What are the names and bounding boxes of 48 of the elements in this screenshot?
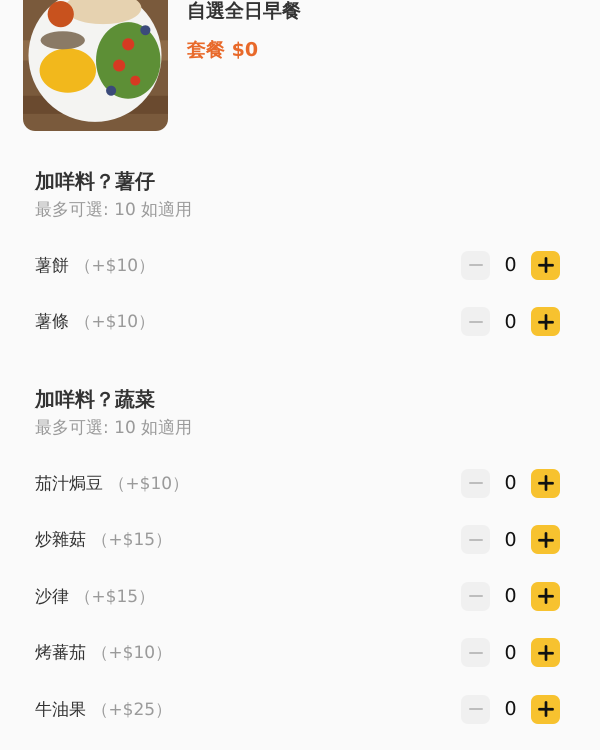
quantity-value: 0 (503, 472, 518, 494)
minus-icon (468, 264, 482, 266)
option-name: 薯餅 (35, 256, 69, 276)
increment-button[interactable] (531, 468, 560, 498)
option-name: 沙律 (35, 586, 69, 607)
plus-icon (536, 530, 554, 549)
option-price: （+$15） (74, 586, 156, 607)
increment-button[interactable] (531, 694, 560, 724)
option-name: 薯條 (35, 312, 69, 332)
option-name: 烤蕃茄 (35, 643, 86, 664)
section-subtitle: 最多可選: 10 如適用 (35, 199, 194, 221)
plus-icon (536, 587, 554, 606)
minus-icon (468, 320, 482, 323)
plus-icon (536, 256, 554, 274)
plus-icon (536, 700, 554, 718)
minus-icon (468, 595, 482, 598)
option-price: （+$10） (74, 312, 156, 332)
minus-icon (468, 538, 482, 541)
product-price: 套餐 $0 (187, 38, 260, 63)
option-price: （+$10） (74, 256, 156, 276)
plus-icon (536, 644, 554, 662)
plus-icon (536, 474, 554, 492)
section-title: 加咩料？薯仔 (35, 168, 156, 194)
quantity-value: 0 (503, 585, 518, 608)
plus-icon (536, 312, 554, 331)
option-name: 炒雜菇 (35, 530, 86, 550)
quantity-value: 0 (503, 528, 518, 551)
option-price: （+$15） (91, 530, 172, 550)
section-subtitle: 最多可選: 10 如適用 (35, 417, 194, 439)
option-name: 茄汁焗豆 (35, 474, 103, 494)
option-price: （+$10） (108, 474, 190, 494)
increment-button[interactable] (531, 582, 560, 611)
increment-button[interactable] (531, 638, 560, 668)
option-price: （+$10） (91, 643, 172, 664)
minus-icon (468, 708, 482, 710)
minus-icon (468, 652, 482, 654)
quantity-value: 0 (503, 310, 518, 333)
product-title: 自選全日早餐 (187, 0, 301, 22)
section-title: 加咩料？蔬菜 (35, 386, 156, 412)
quantity-value: 0 (503, 254, 518, 276)
option-name: 牛油果 (35, 700, 86, 720)
increment-button[interactable] (531, 250, 560, 280)
increment-button[interactable] (531, 525, 560, 554)
quantity-value: 0 (503, 642, 518, 664)
option-price: （+$25） (91, 700, 172, 720)
increment-button[interactable] (531, 307, 560, 336)
quantity-value: 0 (503, 698, 518, 720)
minus-icon (468, 482, 482, 484)
